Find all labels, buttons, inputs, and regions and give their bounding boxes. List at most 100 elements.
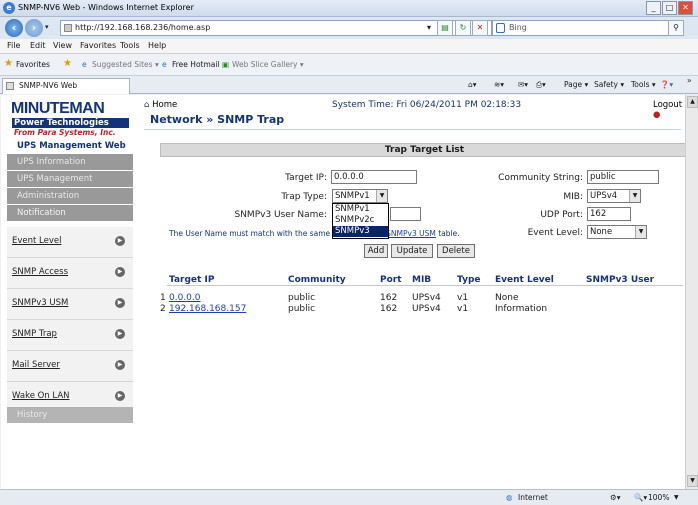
sidebar-section-administration[interactable]: Administration [7,188,133,205]
home-icon[interactable]: ⌂▾ [468,80,477,89]
trap-option-snmpv3[interactable]: SNMPv3 [333,226,388,237]
sidebar-item-snmp-access[interactable]: SNMP Access ▶ [7,258,133,289]
arrow-right-icon: ▶ [115,329,125,339]
menu-tools[interactable]: Tools [120,41,140,50]
sidebar-section-history[interactable]: History [7,407,133,424]
protected-mode-icon[interactable]: ⚙▾ [610,493,621,502]
hotmail-link[interactable]: Free Hotmail [172,60,220,69]
zoom-dropdown-icon[interactable]: ▼ [674,494,679,501]
community-label: Community String: [498,173,583,183]
add-button[interactable]: Add [364,244,388,258]
brand-logo: MINUTEMAN [11,100,105,117]
mib-value: UPSv4 [590,191,618,201]
row-target-ip-link[interactable]: 0.0.0.0 [169,293,201,303]
scroll-down-icon[interactable]: ▼ [687,475,698,487]
sidebar-item-label: SNMP Access [12,267,69,277]
compatibility-icon[interactable]: ▤ [437,20,453,36]
refresh-icon[interactable]: ↻ [455,20,471,36]
scroll-up-icon[interactable]: ▲ [687,96,698,108]
browser-tab[interactable]: SNMP-NV6 Web [2,78,130,94]
zoom-icon[interactable]: 🔍▾ [634,493,647,502]
mib-label: MIB: [563,192,583,202]
snmpv3-usm-link[interactable]: SNMPv3 USM [386,229,436,238]
sidebar-item-snmp-trap[interactable]: SNMP Trap ▶ [7,320,133,351]
snmpv3-user-input[interactable] [390,207,421,221]
sidebar-section-ups-information[interactable]: UPS Information [7,154,133,171]
safety-menu[interactable]: Safety ▾ [594,80,624,89]
suggested-sites-link[interactable]: Suggested Sites ▾ [92,60,159,69]
trap-type-value: SNMPv1 [335,191,370,201]
favorites-button[interactable]: Favorites [16,60,50,69]
sidebar-item-label: Event Level [12,236,62,246]
search-input[interactable]: Bing [492,20,684,36]
row-port: 162 [380,304,398,314]
history-dropdown-icon[interactable]: ▾ [45,23,49,31]
chevron-down-icon: ▼ [376,190,387,202]
address-url: http://192.168.168.236/home.asp [75,23,211,32]
sidebar-item-mail-server[interactable]: Mail Server ▶ [7,351,133,382]
update-button[interactable]: Update [391,244,433,258]
trap-type-label: Trap Type: [281,192,327,202]
add-favorite-icon[interactable]: ★ [63,58,72,69]
row-type: v1 [457,293,469,303]
col-snmpv3-user: SNMPv3 User [586,275,655,285]
sidebar-section-notification[interactable]: Notification [7,205,133,222]
chevron-down-icon: ▼ [629,190,640,202]
sidebar-item-snmpv3-usm[interactable]: SNMPv3 USM ▶ [7,289,133,320]
menu-help[interactable]: Help [148,41,166,50]
maximize-button[interactable]: □ [662,1,677,15]
sidebar-item-label: Mail Server [12,360,60,370]
close-button[interactable]: ✕ [678,1,693,15]
row-target-ip-link[interactable]: 192.168.168.157 [169,304,246,314]
menu-edit[interactable]: Edit [30,41,46,50]
minimize-button[interactable]: _ [646,1,661,15]
row-community: public [288,304,316,314]
delete-button[interactable]: Delete [437,244,475,258]
forward-icon[interactable]: › [25,19,43,37]
mib-select[interactable]: UPSv4 ▼ [587,189,641,203]
home-link[interactable]: ⌂ Home [144,100,177,110]
target-ip-input[interactable]: 0.0.0.0 [331,170,417,184]
print-icon[interactable]: ⎙▾ [536,80,546,90]
row-index: 1 [160,293,166,303]
menu-file[interactable]: File [7,41,20,50]
row-index: 2 [160,304,166,314]
arrow-right-icon: ▶ [115,267,125,277]
trap-option-snmpv2c[interactable]: SNMPv2c [333,215,388,226]
sidebar-item-event-level[interactable]: Event Level ▶ [7,227,133,258]
trap-type-select[interactable]: SNMPv1 ▼ [332,189,388,203]
sidebar-item-label: Wake On LAN [12,391,70,401]
tab-page-icon [6,82,14,90]
tab-row: SNMP-NV6 Web ⌂▾ ≋▾ ✉▾ ⎙▾ Page ▾ Safety ▾… [0,76,698,94]
more-commands-icon[interactable]: » [687,76,692,85]
logout-icon: ● [653,110,661,120]
row-mib: UPSv4 [412,293,441,303]
web-slice-link[interactable]: Web Slice Gallery ▾ [232,60,304,69]
zoom-level[interactable]: 100% [648,493,669,502]
feeds-icon[interactable]: ≋▾ [494,80,504,89]
help-icon[interactable]: ❓▾ [660,80,673,89]
stop-icon[interactable]: ✕ [472,20,488,36]
search-icon[interactable]: ⚲ [668,20,684,36]
mail-icon[interactable]: ✉▾ [518,80,528,89]
back-icon[interactable]: ‹ [5,19,23,37]
sidebar-section-ups-management[interactable]: UPS Management [7,171,133,188]
menu-favorites[interactable]: Favorites [80,41,116,50]
window-titlebar: e SNMP-NV6 Web - Windows Internet Explor… [0,0,698,17]
udp-port-label: UDP Port: [540,210,583,220]
logout-link[interactable]: Logout ● [653,100,685,120]
window-title: SNMP-NV6 Web - Windows Internet Explorer [18,3,194,12]
section-header: Trap Target List [160,143,685,157]
tools-menu[interactable]: Tools ▾ [631,80,656,89]
udp-port-input[interactable]: 162 [587,207,631,221]
favorites-bar: ★ Favorites ★ e Suggested Sites ▾ e Free… [0,54,698,76]
trap-option-snmpv1[interactable]: SNMPv1 [333,204,388,215]
vertical-scrollbar[interactable]: ▲ ▼ [685,95,698,489]
event-level-select[interactable]: None ▼ [587,225,647,239]
col-target-ip: Target IP [169,275,215,285]
col-port: Port [380,275,402,285]
address-dropdown-icon[interactable]: ▾ [423,21,435,34]
menu-view[interactable]: View [53,41,72,50]
page-menu[interactable]: Page ▾ [564,80,588,89]
community-input[interactable]: public [587,170,659,184]
